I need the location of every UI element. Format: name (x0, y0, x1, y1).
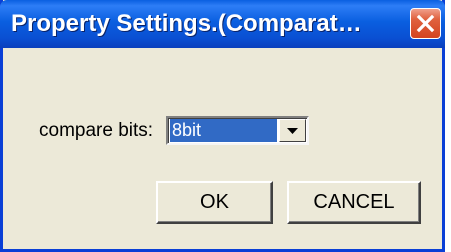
cancel-button[interactable]: CANCEL (287, 181, 421, 224)
dropdown-button[interactable] (279, 119, 306, 142)
compare-bits-label: compare bits: (39, 120, 154, 141)
title-bar[interactable]: Property Settings.(Comparat… (0, 0, 445, 48)
ok-button[interactable]: OK (156, 181, 273, 224)
compare-bits-selected-value[interactable]: 8bit (170, 119, 277, 142)
window-title: Property Settings.(Comparat… (11, 10, 362, 37)
compare-bits-select[interactable]: 8bit (166, 116, 309, 145)
close-button[interactable] (410, 8, 441, 39)
chevron-down-icon (287, 127, 298, 134)
property-settings-dialog: Property Settings.(Comparat… compare bit… (0, 0, 445, 252)
close-icon (416, 14, 435, 33)
